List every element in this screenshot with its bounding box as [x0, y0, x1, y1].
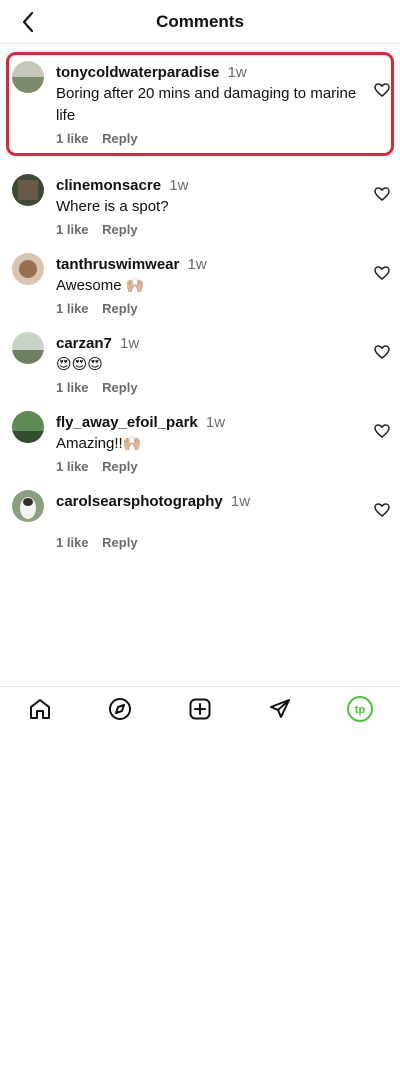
header: Comments	[0, 0, 400, 44]
comments-list: tonycoldwaterparadise 1w Boring after 20…	[0, 44, 400, 553]
comment-username[interactable]: clinemonsacre	[56, 177, 161, 194]
like-count[interactable]: 1 like	[56, 459, 89, 474]
comment-item: carzan7 1w 😍😍😍 1 like Reply	[0, 316, 400, 395]
comment-item: tonycoldwaterparadise 1w Boring after 20…	[0, 44, 400, 158]
comment-item: tanthruswimwear 1w Awesome 🙌🏼 1 like Rep…	[0, 237, 400, 316]
comment-text: Amazing!!🙌🏼	[56, 435, 142, 452]
like-count[interactable]: 1 like	[56, 380, 89, 395]
avatar[interactable]	[12, 253, 44, 285]
like-heart-icon[interactable]	[374, 344, 390, 360]
like-count[interactable]: 1 like	[56, 131, 89, 146]
comment-time: 1w	[120, 335, 140, 352]
like-heart-icon[interactable]	[374, 186, 390, 202]
comment-username[interactable]: carzan7	[56, 335, 112, 352]
avatar[interactable]	[12, 174, 44, 206]
reply-button[interactable]: Reply	[102, 459, 137, 474]
reply-button[interactable]: Reply	[102, 301, 137, 316]
comment-item: fly_away_efoil_park 1w Amazing!!🙌🏼 1 lik…	[0, 395, 400, 474]
comment-text	[56, 512, 360, 531]
compass-icon[interactable]	[106, 695, 134, 723]
avatar[interactable]	[12, 332, 44, 364]
bottom-nav: tp	[0, 686, 400, 730]
svg-text:tp: tp	[355, 704, 366, 716]
comment-time: 1w	[205, 414, 226, 431]
like-count[interactable]: 1 like	[56, 535, 89, 550]
comment-text: 😍😍😍	[56, 356, 103, 373]
comment-time: 1w	[227, 64, 247, 81]
reply-button[interactable]: Reply	[102, 535, 137, 550]
like-heart-icon[interactable]	[374, 265, 390, 281]
like-count[interactable]: 1 like	[56, 222, 89, 237]
like-count[interactable]: 1 like	[56, 301, 89, 316]
comment-text: Boring after 20 mins and damaging to mar…	[56, 85, 357, 124]
avatar[interactable]	[12, 61, 44, 93]
avatar[interactable]	[12, 490, 44, 522]
comment-text: Awesome 🙌🏼	[56, 277, 145, 294]
reply-button[interactable]: Reply	[102, 380, 137, 395]
create-icon[interactable]	[186, 695, 214, 723]
comment-username[interactable]: fly_away_efoil_park	[56, 414, 198, 431]
avatar[interactable]	[12, 411, 44, 443]
like-heart-icon[interactable]	[374, 502, 390, 518]
comment-text: Where is a spot?	[56, 198, 169, 215]
send-icon[interactable]	[266, 695, 294, 723]
comment-username[interactable]: tanthruswimwear	[56, 256, 179, 273]
page-title: Comments	[156, 12, 244, 31]
like-heart-icon[interactable]	[374, 82, 390, 98]
comment-username[interactable]: tonycoldwaterparadise	[56, 64, 219, 81]
comment-time: 1w	[230, 493, 251, 510]
comment-item: carolsearsphotography 1w 1 like Reply	[0, 474, 400, 553]
like-heart-icon[interactable]	[374, 423, 390, 439]
reply-button[interactable]: Reply	[102, 222, 137, 237]
home-icon[interactable]	[26, 695, 54, 723]
reply-button[interactable]: Reply	[102, 131, 137, 146]
comment-time: 1w	[187, 256, 207, 273]
profile-avatar[interactable]: tp	[346, 695, 374, 723]
comment-item: clinemonsacre 1w Where is a spot? 1 like…	[0, 158, 400, 237]
comment-username[interactable]: carolsearsphotography	[56, 493, 223, 510]
comment-time: 1w	[169, 177, 189, 194]
